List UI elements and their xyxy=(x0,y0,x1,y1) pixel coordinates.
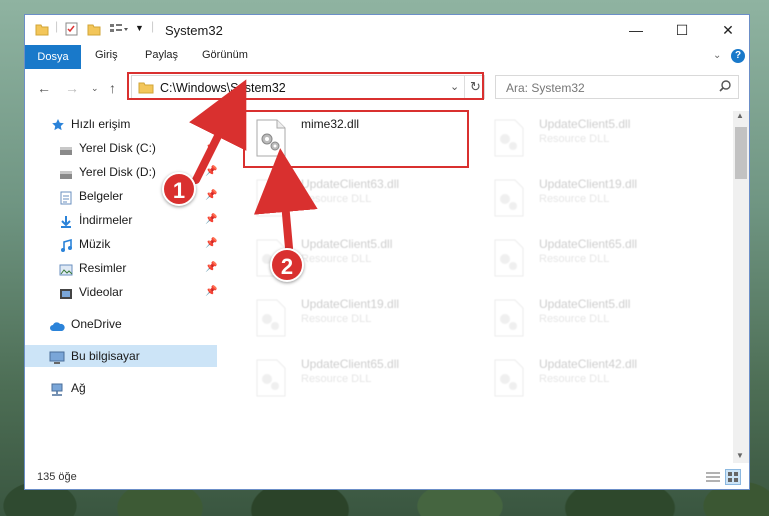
annotation-arrows xyxy=(189,79,318,252)
arrow-to-file xyxy=(253,148,318,252)
arrow-to-address-bar xyxy=(189,79,247,184)
desktop: { "titlebar": { "title": "System32", "mi… xyxy=(0,0,769,516)
step-2-badge: 2 xyxy=(270,248,304,282)
step-1-badge: 1 xyxy=(162,172,196,206)
